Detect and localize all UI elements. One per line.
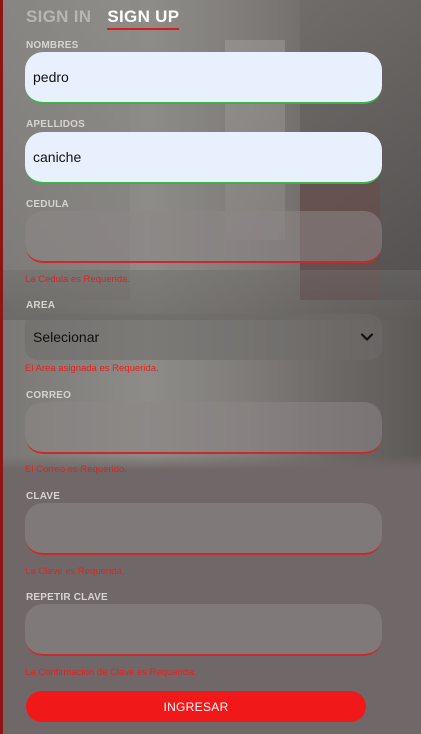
- clave-label: CLAVE: [26, 491, 61, 502]
- cedula-label: CEDULA: [26, 199, 69, 210]
- cedula-input[interactable]: [25, 211, 382, 263]
- repetir-clave-input[interactable]: [25, 604, 382, 656]
- nombres-label: NOMBRES: [26, 40, 79, 51]
- correo-input[interactable]: [25, 402, 382, 454]
- clave-error: La Clave es Requerida.: [25, 566, 125, 577]
- cedula-error: La Cedula es Requerida.: [25, 274, 131, 285]
- ingresar-button[interactable]: INGRESAR: [26, 691, 366, 722]
- clave-input[interactable]: [25, 503, 382, 555]
- tab-sign-up[interactable]: SIGN UP: [107, 6, 180, 30]
- correo-error: El Correo es Requerido.: [25, 464, 127, 475]
- tab-sign-in[interactable]: SIGN IN: [26, 6, 91, 27]
- area-error: El Area asignada es Requerida.: [25, 363, 159, 374]
- area-select[interactable]: Selecionar: [25, 314, 382, 360]
- auth-tabs: SIGN IN SIGN UP: [26, 6, 180, 32]
- apellidos-input[interactable]: caniche: [25, 132, 382, 184]
- repetir-clave-error: La Confirmacion de Clave es Requerida.: [25, 667, 197, 678]
- chevron-down-icon: [360, 333, 374, 341]
- nombres-input[interactable]: pedro: [25, 52, 382, 104]
- correo-label: CORREO: [26, 390, 72, 401]
- area-label: AREA: [26, 300, 56, 311]
- area-select-value: Selecionar: [33, 329, 100, 345]
- repetir-clave-label: REPETIR CLAVE: [26, 592, 108, 603]
- left-accent-border: [0, 0, 3, 734]
- apellidos-label: APELLIDOS: [26, 119, 86, 130]
